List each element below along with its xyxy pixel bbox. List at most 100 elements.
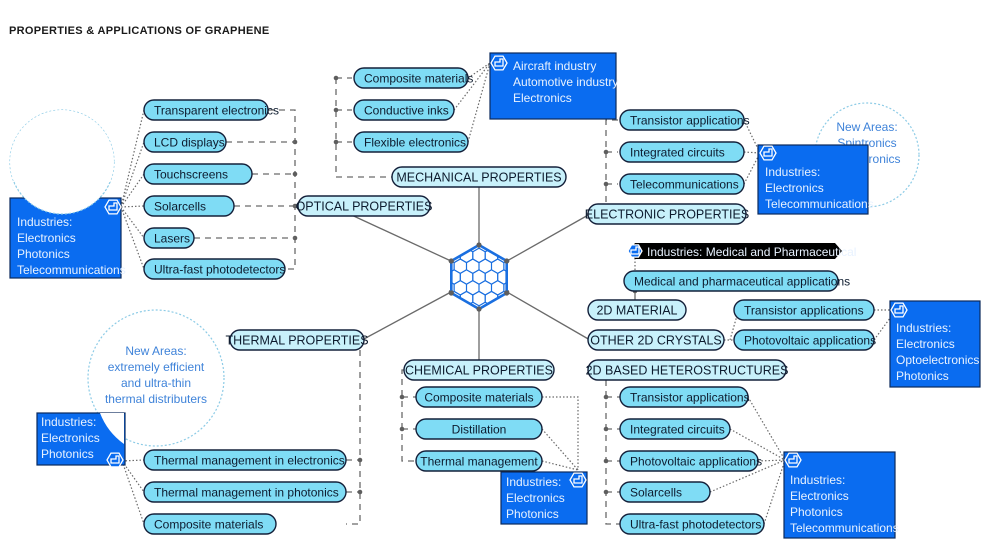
connector-line — [121, 460, 145, 525]
electronic-item-transistor-applications-label: Transistor applications — [630, 113, 750, 127]
chemical-item-composite-materials[interactable]: Composite materials — [415, 386, 543, 408]
optical-item-0[interactable]: Transparent electronics — [143, 99, 279, 121]
chemical-item-distillation[interactable]: Distillation — [415, 418, 543, 440]
industry-box-chemical-line: Electronics — [506, 491, 565, 505]
connector-line — [268, 109, 296, 270]
hetero-item-2[interactable]: Photovoltaic applications — [619, 450, 762, 472]
connector-line — [541, 460, 579, 471]
new-area-electronic-line: New Areas: — [836, 120, 897, 134]
industry-box-2d-heterostructures-line: Telecommunications — [790, 521, 899, 535]
mechanical-item-conductive-inks-label: Conductive inks — [364, 103, 449, 117]
industry-box-mechanical-line: Aircraft industry — [513, 59, 596, 73]
chemical-item-thermal-management[interactable]: Thermal management — [415, 450, 543, 472]
hetero-item-1-label: Integrated circuits — [630, 422, 725, 436]
factory-icon — [106, 452, 124, 468]
property-electronic[interactable]: ELECTRONIC PROPERTIES — [585, 203, 749, 225]
industry-box-thermal-line: Photonics — [41, 447, 94, 461]
property-thermal-label: THERMAL PROPERTIES — [225, 333, 368, 347]
property-thermal[interactable]: THERMAL PROPERTIES — [225, 329, 369, 351]
property-2d-material[interactable]: 2D MATERIAL — [587, 299, 687, 321]
optical-item-3[interactable]: Solarcells — [143, 195, 235, 217]
mechanical-item-conductive-inks[interactable]: Conductive inks — [353, 99, 455, 121]
optical-item-3-label: Solarcells — [154, 199, 206, 213]
industry-box-chemical-line: Industries: — [506, 475, 561, 489]
property-2d-heterostructures-label: 2D BASED HETEROSTRUCTURES — [586, 363, 789, 377]
property-other-2d-crystals-label: OTHER 2D CRYSTALS — [590, 333, 722, 347]
industry-box-2d-heterostructures-line: Industries: — [790, 473, 845, 487]
connector-node — [603, 426, 609, 432]
property-other-2d-crystals[interactable]: OTHER 2D CRYSTALS — [587, 329, 725, 351]
hetero-item-4-label: Ultra-fast photodetectors — [630, 517, 761, 531]
spoke-2d-crystals — [506, 291, 591, 341]
property-chemical[interactable]: CHEMICAL PROPERTIES — [403, 359, 555, 381]
optical-item-1-label: LCD displays — [154, 135, 225, 149]
optical-item-4-label: Lasers — [154, 231, 190, 245]
connector-node — [357, 457, 363, 463]
connector-line — [120, 205, 145, 208]
factory-icon — [490, 55, 508, 71]
hetero-item-0[interactable]: Transistor applications — [619, 386, 750, 408]
connector-node — [292, 171, 298, 177]
property-2d-heterostructures[interactable]: 2D BASED HETEROSTRUCTURES — [586, 359, 789, 381]
optical-item-2[interactable]: Touchscreens — [143, 163, 253, 185]
optical-item-5[interactable]: Ultra-fast photodetectors — [143, 258, 286, 280]
optical-item-1[interactable]: LCD displays — [143, 131, 227, 153]
connector-line — [120, 206, 145, 270]
hetero-item-0-label: Transistor applications — [630, 390, 750, 404]
hetero-item-2-label: Photovoltaic applications — [630, 454, 762, 468]
thermal-item-composite-materials[interactable]: Composite materials — [143, 513, 277, 535]
industry-box-optical-line: Telecommunications — [17, 263, 126, 277]
industry-box-optical-line: Electronics — [17, 231, 76, 245]
crystals-item-transistor-applications[interactable]: Transistor applications — [733, 299, 875, 321]
property-electronic-label: ELECTRONIC PROPERTIES — [585, 207, 749, 221]
industry-box-optical-line: Photonics — [17, 247, 70, 261]
medical-pharmaceutical-applications[interactable]: Medical and pharmaceutical applications — [623, 270, 850, 292]
property-optical[interactable]: OPTICAL PROPERTIES — [296, 195, 433, 217]
hetero-item-3-label: Solarcells — [630, 485, 682, 499]
industry-box-mechanical-line: Electronics — [513, 91, 572, 105]
spoke-thermal — [361, 291, 452, 341]
mechanical-item-composite-materials[interactable]: Composite materials — [353, 67, 473, 89]
hetero-item-4[interactable]: Ultra-fast photodetectors — [619, 513, 765, 535]
industry-tag-medical: Industries: Medical and Pharmaceutical — [627, 243, 856, 259]
new-area-thermal-line: and ultra-thin — [121, 376, 191, 390]
industry-box-2d-crystals: Industries: Electronics Optoelectronics Pho… — [889, 300, 981, 388]
connector-line — [346, 350, 361, 525]
connector-line — [120, 109, 145, 208]
optical-item-0-label: Transparent electronics — [154, 103, 279, 117]
thermal-item-electronics[interactable]: Thermal management in electronics — [143, 449, 347, 471]
hetero-item-3[interactable]: Solarcells — [619, 481, 711, 503]
factory-icon — [104, 199, 122, 215]
electronic-item-integrated-circuits[interactable]: Integrated circuits — [619, 141, 745, 163]
thermal-item-electronics-label: Thermal management in electronics — [154, 453, 345, 467]
industry-box-thermal-line: Industries: — [41, 415, 96, 429]
mechanical-item-flexible-electronics[interactable]: Flexible electronics — [353, 131, 469, 153]
industry-box-mechanical-line: Automotive industry — [513, 75, 618, 89]
connector-node — [357, 489, 363, 495]
factory-icon — [784, 452, 802, 468]
crystals-item-photovoltaic-applications[interactable]: Photovoltaic applications — [733, 329, 876, 351]
industry-box-thermal-line: Electronics — [41, 431, 100, 445]
industry-box-2d-crystals-line: Industries: — [896, 321, 951, 335]
property-mechanical[interactable]: MECHANICAL PROPERTIES — [391, 166, 567, 188]
mind-map-canvas: New Areas:active plasmonicsNew Areas:Spi… — [9, 52, 981, 539]
crystals-item-transistor-applications-label: Transistor applications — [744, 303, 864, 317]
connector-node — [603, 181, 609, 187]
thermal-item-photonics[interactable]: Thermal management in photonics — [143, 481, 347, 503]
connector-line — [335, 78, 392, 178]
crystals-item-photovoltaic-applications-label: Photovoltaic applications — [744, 333, 876, 347]
connector-node — [603, 149, 609, 155]
connector-line — [401, 369, 416, 462]
connector-node — [333, 75, 339, 81]
hetero-item-1[interactable]: Integrated circuits — [619, 418, 731, 440]
industry-box-optical-line: Industries: — [17, 215, 72, 229]
industry-box-2d-heterostructures-line: Electronics — [790, 489, 849, 503]
electronic-item-telecommunications-label: Telecommunications — [630, 177, 739, 191]
electronic-item-transistor-applications[interactable]: Transistor applications — [619, 109, 750, 131]
connector-line — [763, 459, 786, 525]
electronic-item-telecommunications[interactable]: Telecommunications — [619, 173, 745, 195]
industry-box-chemical: Industries: Electronics Photonics — [500, 471, 588, 525]
industry-box-2d-heterostructures: Industries: Electronics Photonics Telecommu… — [783, 451, 899, 539]
connector-node — [333, 139, 339, 145]
optical-item-4[interactable]: Lasers — [143, 227, 195, 249]
